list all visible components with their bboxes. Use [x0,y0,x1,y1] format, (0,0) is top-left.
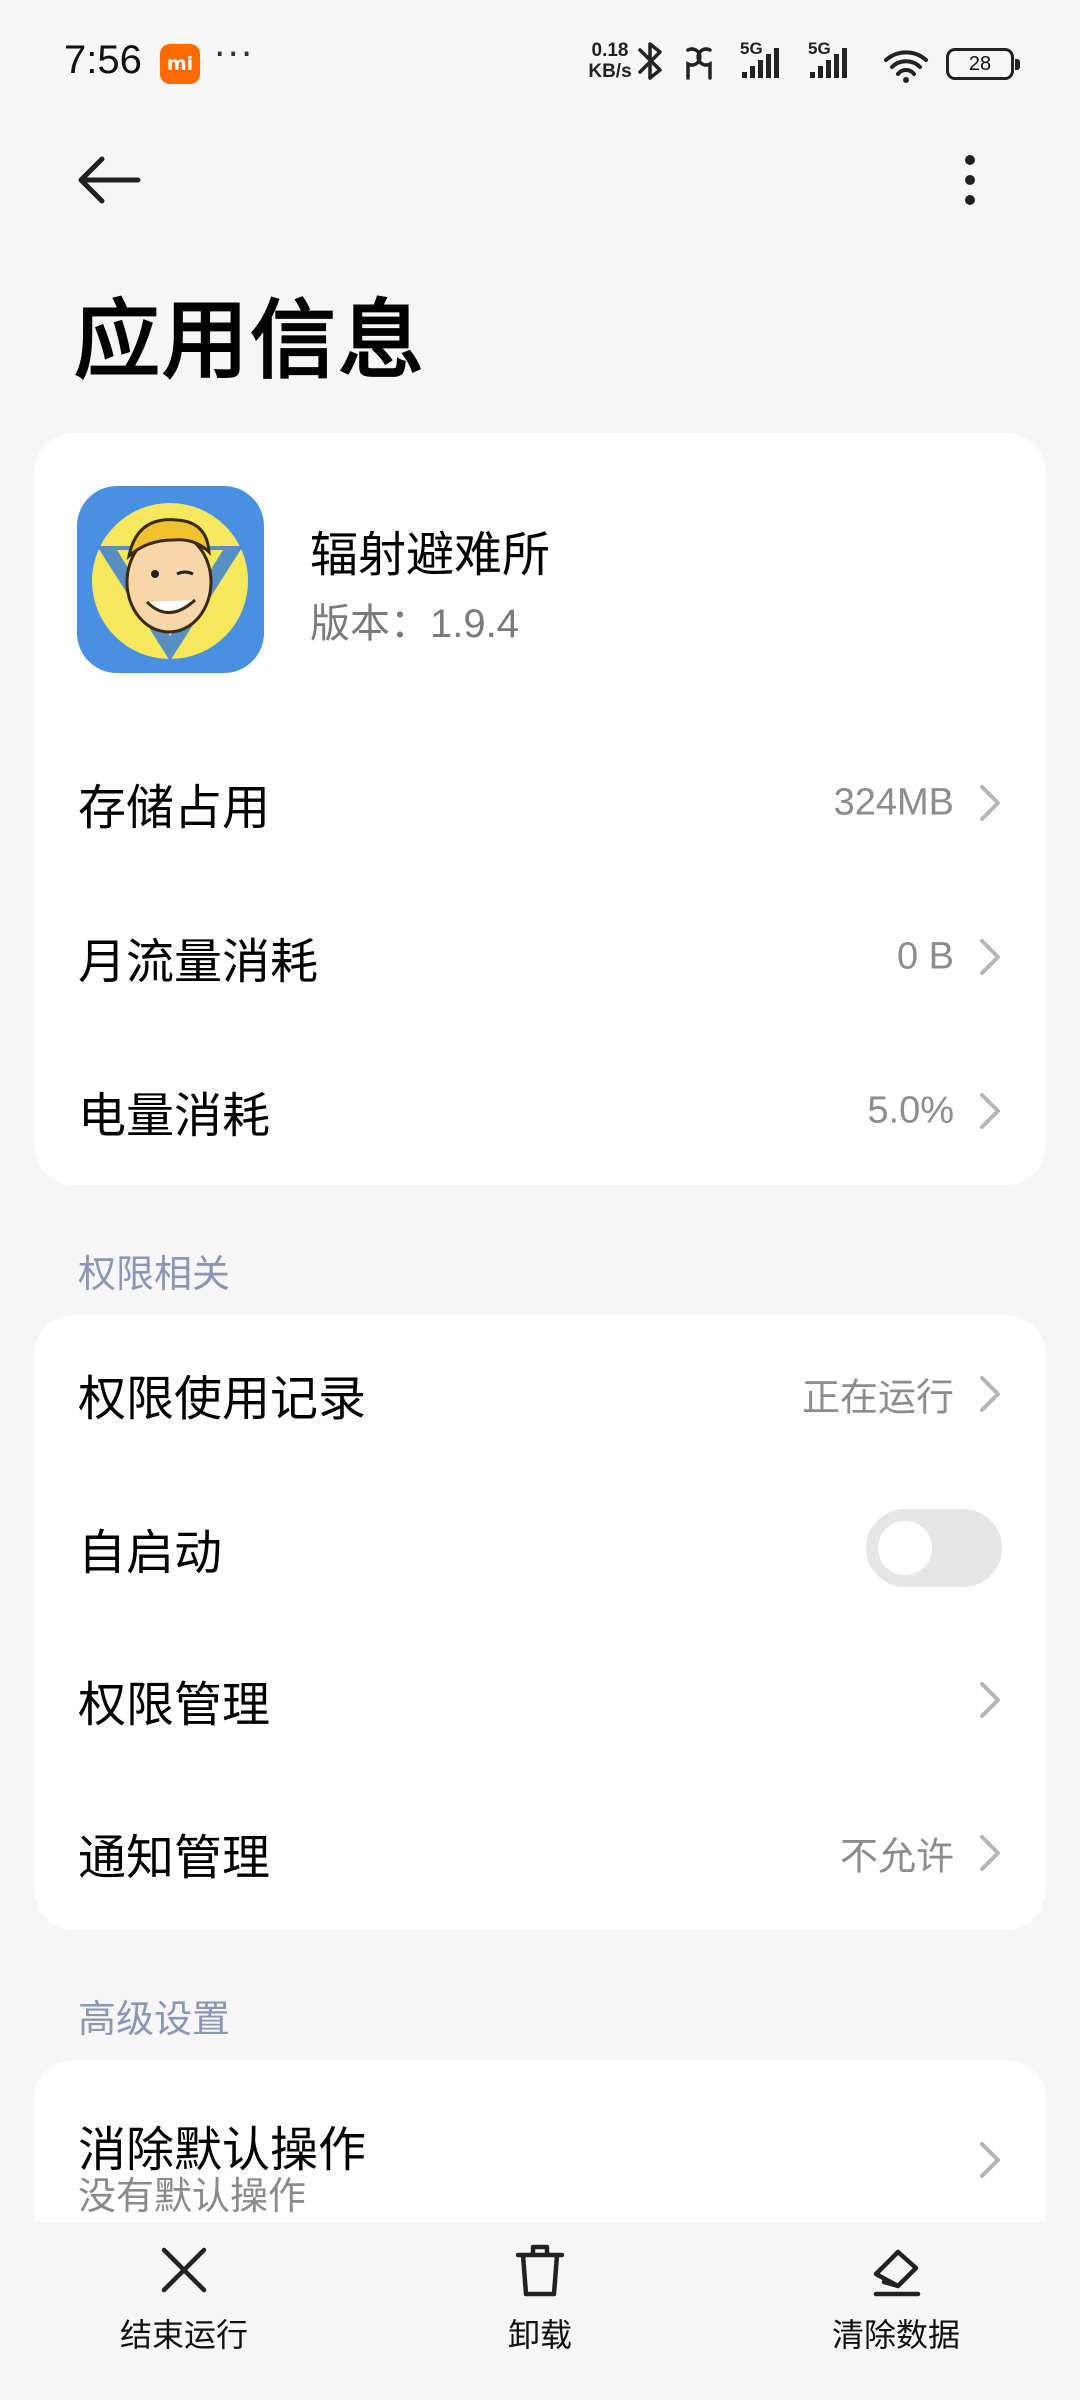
permission-usage-row[interactable]: 权限使用记录 正在运行 [34,1315,1046,1473]
uninstall-label: 卸载 [507,2316,572,2354]
permissions-card: 权限使用记录 正在运行 自启动 权限管理 通知管理 不允许 [34,1315,1046,1930]
force-stop-label: 结束运行 [119,2316,248,2354]
status-icons: 5G 5G [638,39,928,83]
battery-usage-row[interactable]: 电量消耗 5.0% [34,1036,1046,1186]
data-usage-label: 月流量消耗 [78,934,319,990]
bottom-action-bar: 结束运行 卸载 清除数据 [0,2222,1080,2400]
clear-defaults-row[interactable]: 消除默认操作 没有默认操作 [34,2060,1046,2220]
chevron-right-icon [980,1681,1000,1718]
notification-manage-label: 通知管理 [78,1830,271,1886]
autostart-label: 自启动 [78,1525,223,1581]
clear-data-button[interactable]: 清除数据 [796,2242,996,2356]
battery-icon: 28 [946,48,1020,80]
network-speed-unit: KB/s [588,61,632,82]
chevron-right-icon [980,2142,1000,2178]
chevron-right-icon [980,1376,1000,1412]
storage-row[interactable]: 存储占用 324MB [34,728,1046,878]
wifi-dot [903,77,909,83]
status-time: 7:56 [64,38,142,82]
autostart-row: 自启动 [34,1473,1046,1623]
vault-boy-icon [77,486,264,673]
earbuds-icon [686,47,712,80]
storage-value: 324MB [833,781,954,824]
permission-usage-value: 正在运行 [801,1375,954,1420]
trash-icon [515,2244,565,2297]
storage-label: 存储占用 [78,780,271,836]
arrow-left-icon [78,156,141,204]
more-vert-icon [965,155,975,205]
page-title: 应用信息 [74,291,426,391]
app-version: 版本：1.9.4 [310,591,519,649]
permission-usage-label: 权限使用记录 [78,1371,367,1427]
clear-data-label: 清除数据 [831,2316,960,2354]
permission-manage-label: 权限管理 [78,1676,271,1733]
notification-manage-row[interactable]: 通知管理 不允许 [34,1776,1046,1930]
data-usage-row[interactable]: 月流量消耗 0 B [34,882,1046,1032]
chevron-right-icon [980,939,1000,975]
signal2-label: 5G [808,39,831,58]
notification-manage-value: 不允许 [839,1834,954,1879]
bluetooth-icon [638,42,662,80]
app-version-label: 版本： [310,601,430,647]
autostart-toggle[interactable] [866,1509,1002,1587]
permission-manage-row[interactable]: 权限管理 [34,1623,1046,1776]
app-name: 辐射避难所 [310,527,551,583]
back-button[interactable] [70,145,150,215]
chevron-right-icon [980,1093,1000,1129]
eraser-icon [873,2249,921,2297]
app-version-value: 1.9.4 [430,602,519,646]
app-info-card: 辐射避难所 版本：1.9.4 存储占用 324MB 月流量消耗 0 B 电量消耗… [34,433,1046,1185]
clear-defaults-sub: 没有默认操作 [78,2174,307,2218]
mi-notification-icon: mi [160,44,200,84]
uninstall-button[interactable]: 卸载 [440,2242,640,2356]
permissions-section-title: 权限相关 [78,1252,231,1296]
network-speed-value: 0.18 [591,40,629,61]
more-notifications-icon: ··· [214,34,255,75]
advanced-section-title: 高级设置 [78,1997,231,2041]
data-usage-value: 0 B [896,935,954,978]
status-bar: 7:56 mi ··· 0.18 KB/s 5G 5G 28 [0,0,1080,125]
force-stop-button[interactable]: 结束运行 [84,2242,284,2356]
battery-usage-label: 电量消耗 [78,1088,271,1144]
toggle-knob [878,1521,932,1575]
app-icon [77,486,264,673]
chevron-right-icon [980,785,1000,821]
battery-usage-value: 5.0% [867,1089,954,1132]
wifi-icon [884,50,928,76]
close-icon [161,2247,207,2293]
chevron-right-icon [980,1835,1000,1871]
signal1-label: 5G [740,39,763,58]
network-speed: 0.18 KB/s [580,40,640,82]
more-options-button[interactable] [940,145,1000,215]
